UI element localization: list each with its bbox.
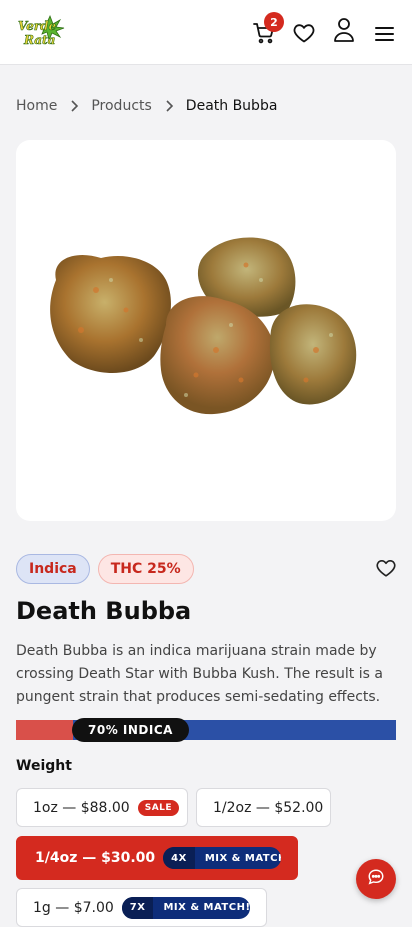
user-account-icon[interactable] [331, 17, 357, 43]
product-description: Death Bubba is an indica marijuana strai… [16, 643, 383, 705]
product-tags: Indica THC 25% [16, 554, 194, 584]
option-label: 1/4oz — $30.00 [35, 850, 156, 866]
site-logo[interactable]: Verde Rata [14, 14, 66, 50]
chat-button[interactable] [356, 859, 396, 899]
weight-option-1g[interactable]: 1g — $7.00 7X MIX & MATCH! [16, 888, 267, 927]
strain-type-tag: Indica [16, 554, 90, 584]
product-title: Death Bubba [16, 597, 192, 625]
svg-text:Verde: Verde [18, 19, 57, 33]
site-header: Verde Rata 2 [0, 0, 412, 65]
chevron-right-icon [164, 99, 174, 113]
option-label: 1oz — $88.00 [33, 799, 130, 816]
favorite-heart-icon[interactable] [375, 557, 397, 579]
weight-option-half-oz[interactable]: 1/2oz — $52.00 [196, 788, 331, 827]
mix-match-badge: 4X MIX & MATCH! [163, 847, 281, 869]
chevron-right-icon [69, 99, 79, 113]
wishlist-heart-icon[interactable] [291, 20, 317, 46]
mix-match-badge: 7X MIX & MATCH! [121, 896, 250, 919]
breadcrumb-products-link[interactable]: Products [91, 98, 151, 114]
menu-icon[interactable] [371, 20, 397, 46]
thc-tag: THC 25% [97, 554, 194, 584]
product-image [50, 237, 357, 415]
weight-label: Weight [16, 758, 72, 774]
breadcrumb-current: Death Bubba [185, 98, 278, 114]
cart-count-badge: 2 [264, 12, 284, 32]
mix-count: 4X [163, 847, 195, 869]
mix-text: MIX & MATCH! [163, 902, 250, 913]
strain-meter-label: 70% INDICA [72, 718, 189, 742]
option-label: 1g — $7.00 [33, 899, 114, 916]
sale-badge: SALE [137, 799, 180, 816]
weight-option-1oz[interactable]: 1oz — $88.00 SALE [16, 788, 188, 827]
svg-text:Rata: Rata [23, 33, 55, 47]
chat-icon [367, 868, 385, 890]
option-label: 1/2oz — $52.00 [213, 799, 324, 816]
weight-option-quarter-oz[interactable]: 1/4oz — $30.00 4X MIX & MATCH! [16, 836, 298, 880]
mix-text: MIX & MATCH! [204, 852, 281, 864]
breadcrumb-home-link[interactable]: Home [16, 98, 57, 114]
mix-count: 7X [121, 896, 154, 919]
breadcrumb: Home Products Death Bubba [16, 98, 277, 114]
product-image-card[interactable] [16, 140, 396, 521]
indica-fill [16, 720, 73, 740]
